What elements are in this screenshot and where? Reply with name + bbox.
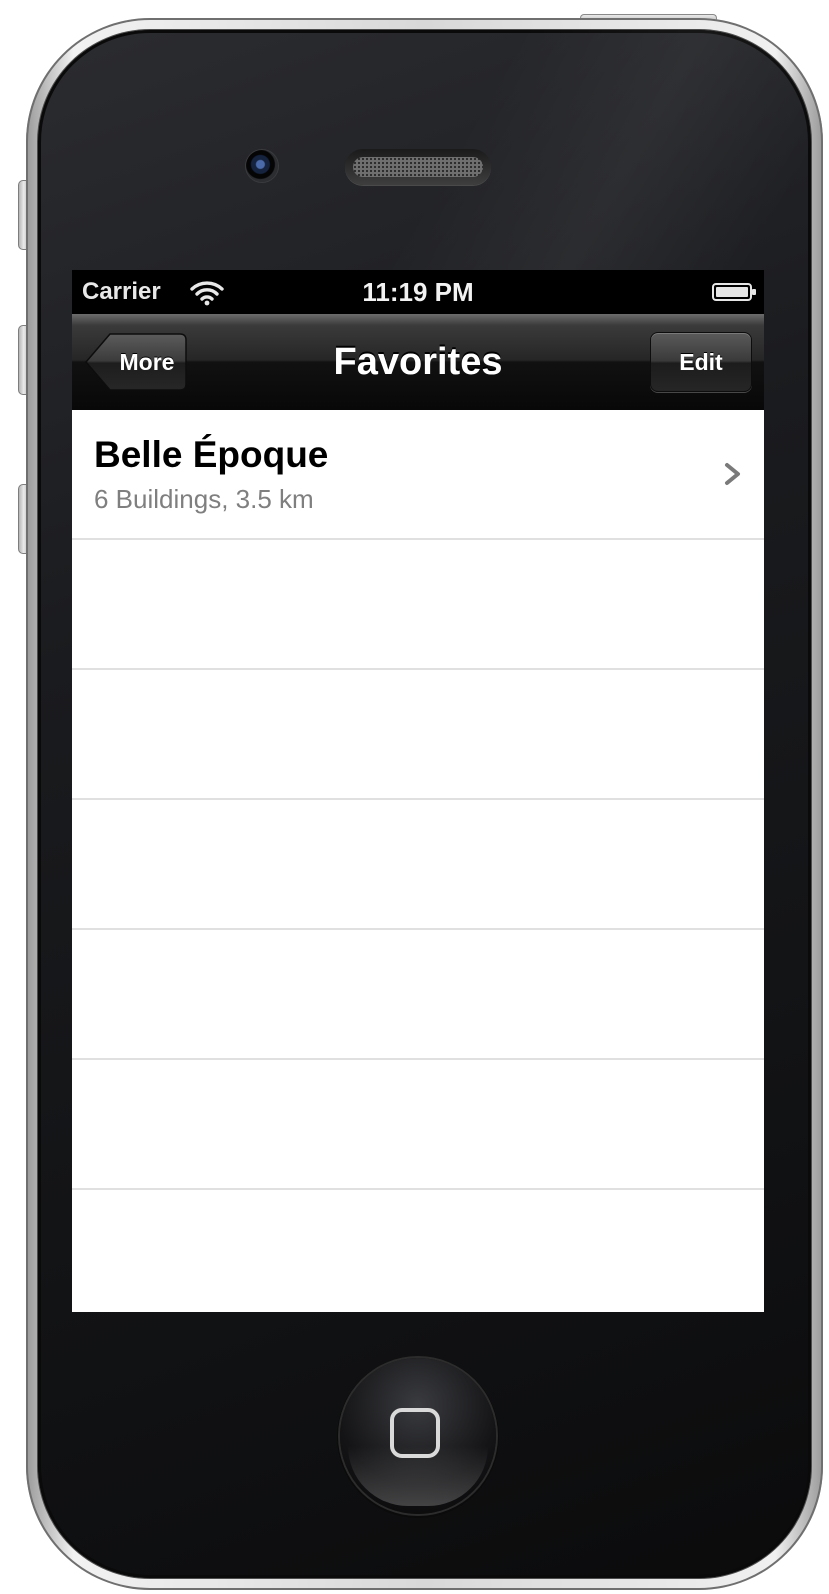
empty-row [72,1060,764,1190]
empty-row [72,800,764,930]
home-button[interactable] [340,1358,496,1514]
status-time: 11:19 PM [362,277,474,307]
back-button[interactable]: More [84,332,188,392]
page-title: Favorites [333,341,503,383]
edit-button-label: Edit [679,349,723,375]
earpiece-speaker [345,149,491,185]
speaker-grill [353,157,483,177]
favorite-row[interactable]: Belle Époque 6 Buildings, 3.5 km [72,410,764,540]
back-button-label: More [119,349,175,375]
empty-row [72,540,764,670]
favorites-table: Belle Époque 6 Buildings, 3.5 km [72,410,764,1190]
navigation-bar: More Favorites Edit [72,314,764,411]
chevron-right-icon [725,463,740,485]
empty-row [72,670,764,800]
row-title: Belle Époque [94,434,329,475]
edit-button[interactable]: Edit [650,332,752,392]
battery-icon [712,283,756,301]
status-bar: Carrier 11:19 PM [72,270,764,314]
row-subtitle: 6 Buildings, 3.5 km [94,484,314,514]
home-button-icon [390,1408,440,1458]
device-screen: Carrier 11:19 PM More Favorites Edit Bel… [72,270,764,1312]
simulator-window: Carrier 11:19 PM More Favorites Edit Bel… [0,0,829,1594]
empty-row [72,930,764,1060]
front-camera-icon [246,150,278,182]
